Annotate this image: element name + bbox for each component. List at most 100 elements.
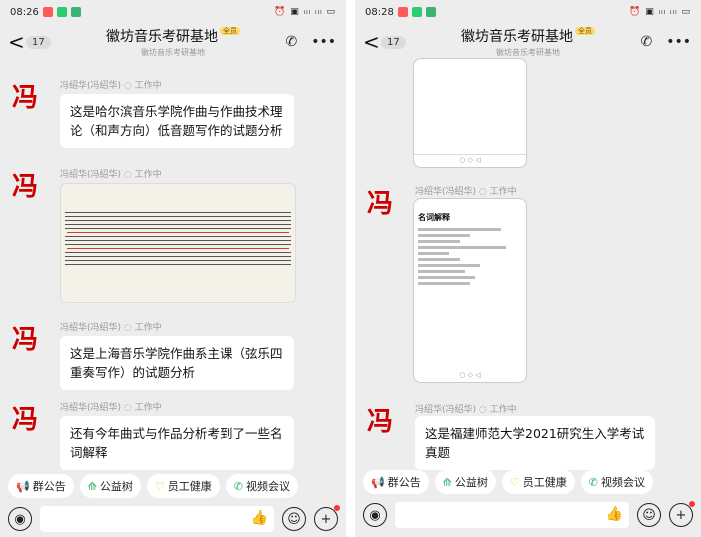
doc-header [414,199,526,210]
unread-count-badge: 17 [26,35,51,49]
chip-employee-health[interactable]: ♡ 员工健康 [146,474,220,498]
chip-label: 公益树 [99,480,133,493]
chat-message: 冯 冯绍华(冯绍华) ◌ 工作中 名词解释 ○ ◇ ◁ [363,184,693,384]
video-icon: ✆ [233,479,244,493]
chip-employee-health[interactable]: ♡ 员工健康 [501,470,575,494]
doc-body [414,228,526,285]
chat-title: 徽坊音乐考研基地 [461,29,573,45]
thumbs-up-icon[interactable]: 👍 [251,510,268,526]
chip-video-meeting[interactable]: ✆ 视频会议 [580,470,654,494]
status-time: 08:26 [10,6,39,18]
heart-icon: ♡ [509,475,520,489]
sender-name: 冯绍华(冯绍华) ◌ 工作中 [415,405,517,415]
chip-announcement[interactable]: 📢 群公告 [363,470,429,494]
avatar[interactable]: 冯 [8,167,42,202]
message-input[interactable]: 👍 [395,502,629,528]
app-notification-icon [411,7,422,17]
status-time: 08:28 [365,6,394,18]
chip-label: 群公告 [32,480,66,493]
chip-charity-tree[interactable]: ⟰ 公益树 [79,474,141,498]
chip-label: 员工健康 [522,476,567,489]
nav-icons: ○ ◇ ◁ [459,156,481,164]
chip-label: 视频会议 [246,480,291,493]
chip-video-meeting[interactable]: ✆ 视频会议 [225,474,299,498]
voice-icon[interactable]: ◉ [8,507,32,531]
app-notification-icon [56,7,67,17]
status-bar: 08:28 ⏰ ▣ ᵢₗₗ ᵢₗₗ ▭ [355,0,701,24]
document-screenshot[interactable]: 名词解释 ○ ◇ ◁ [413,198,527,383]
chat-subtitle: 徽坊音乐考研基地 [496,48,560,57]
voice-icon[interactable]: ◉ [363,503,387,527]
megaphone-icon: 📢 [16,479,30,493]
app-notification-icon [397,7,408,17]
chip-charity-tree[interactable]: ⟰ 公益树 [434,470,496,494]
avatar[interactable]: 冯 [363,184,397,219]
thumbs-up-icon[interactable]: 👍 [606,506,623,522]
message-bubble[interactable]: 这是哈尔滨音乐学院作曲与作曲技术理论（和声方向）低音题写作的试题分析 [60,94,294,148]
message-input[interactable]: 👍 [40,506,274,532]
group-tag: 全员 [220,27,240,35]
avatar[interactable]: 冯 [8,78,42,113]
chip-label: 公益树 [454,476,488,489]
chat-message: 冯 冯绍华(冯绍华) ◌ 工作中 这是哈尔滨音乐学院作曲与作曲技术理论（和声方向… [8,78,338,148]
sender-name: 冯绍华(冯绍华) ◌ 工作中 [60,323,162,333]
chat-subtitle: 徽坊音乐考研基地 [141,48,205,57]
input-bar: ◉ 👍 ☺ + [355,498,701,532]
more-options-icon[interactable]: ••• [311,34,336,50]
group-tag: 全员 [575,27,595,35]
message-bubble[interactable]: 还有今年曲式与作品分析考到了一些名词解释 [60,416,294,470]
plus-icon[interactable]: + [314,505,340,531]
music-staff [61,212,295,265]
sender-name: 冯绍华(冯绍华) ◌ 工作中 [60,170,162,180]
unread-count-badge: 17 [381,35,406,49]
emoji-icon[interactable]: ☺ [637,503,661,527]
score-image[interactable] [60,183,296,303]
megaphone-icon: 📢 [371,475,385,489]
heart-icon: ♡ [154,479,165,493]
avatar[interactable]: 冯 [8,320,42,355]
chat-header: < 17 徽坊音乐考研基地 全员 徽坊音乐考研基地 ✆ ••• [0,24,346,60]
more-options-icon[interactable]: ••• [666,34,691,50]
right-phone-screen: 08:28 ⏰ ▣ ᵢₗₗ ᵢₗₗ ▭ < 17 徽坊音乐考研基地 全员 徽坊音乐… [355,0,701,537]
screenshot-image[interactable]: ○ ◇ ◁ [413,58,527,168]
chip-announcement[interactable]: 📢 群公告 [8,474,74,498]
tree-icon: ⟰ [442,475,452,489]
phone-call-icon[interactable]: ✆ [640,34,652,50]
sender-name: 冯绍华(冯绍华) ◌ 工作中 [415,187,517,197]
chat-message: 冯 冯绍华(冯绍华) ◌ 工作中 [8,167,338,307]
app-notification-icon [425,7,436,17]
back-icon[interactable]: < [363,30,380,54]
chat-header: < 17 徽坊音乐考研基地 全员 徽坊音乐考研基地 ✆ ••• [355,24,701,60]
app-notification-icon [42,7,53,17]
nav-icons: ○ ◇ ◁ [459,371,481,379]
left-phone-screen: 08:26 ⏰ ▣ ᵢₗₗ ᵢₗₗ ▭ < 17 徽坊音乐考研基地 全员 徽坊音乐… [0,0,346,537]
status-bar: 08:26 ⏰ ▣ ᵢₗₗ ᵢₗₗ ▭ [0,0,346,24]
phone-call-icon[interactable]: ✆ [285,34,297,50]
emoji-icon[interactable]: ☺ [282,507,306,531]
image-text-block [61,184,295,194]
tree-icon: ⟰ [87,479,97,493]
chat-message: 冯 冯绍华(冯绍华) ◌ 工作中 还有今年曲式与作品分析考到了一些名词解释 [8,400,338,470]
avatar[interactable]: 冯 [8,400,42,435]
quick-actions-bar: 📢 群公告 ⟰ 公益树 ♡ 员工健康 ✆ 视频会议 [0,474,346,498]
video-icon: ✆ [588,475,599,489]
sender-name: 冯绍华(冯绍华) ◌ 工作中 [60,81,162,91]
doc-title: 名词解释 [418,213,450,222]
message-bubble[interactable]: 这是上海音乐学院作曲系主课（弦乐四重奏写作）的试题分析 [60,336,294,390]
chip-label: 员工健康 [167,480,212,493]
quick-actions-bar: 📢 群公告 ⟰ 公益树 ♡ 员工健康 ✆ 视频会议 [355,470,701,494]
image-text-block [414,73,526,83]
avatar[interactable]: 冯 [363,402,397,437]
plus-icon[interactable]: + [669,501,695,527]
message-bubble[interactable]: 这是福建师范大学2021研究生入学考试真题 [415,416,655,470]
chat-title: 徽坊音乐考研基地 [106,29,218,45]
app-notification-icon [70,7,81,17]
input-bar: ◉ 👍 ☺ + [0,502,346,536]
chat-message: 冯 冯绍华(冯绍华) ◌ 工作中 这是上海音乐学院作曲系主课（弦乐四重奏写作）的… [8,320,338,390]
status-icons: ⏰ ▣ ᵢₗₗ ᵢₗₗ ▭ [629,7,691,17]
back-icon[interactable]: < [8,30,25,54]
sender-name: 冯绍华(冯绍华) ◌ 工作中 [60,403,162,413]
chip-label: 群公告 [387,476,421,489]
chat-message: 冯 冯绍华(冯绍华) ◌ 工作中 这是福建师范大学2021研究生入学考试真题 [363,402,693,472]
status-icons: ⏰ ▣ ᵢₗₗ ᵢₗₗ ▭ [274,7,336,17]
